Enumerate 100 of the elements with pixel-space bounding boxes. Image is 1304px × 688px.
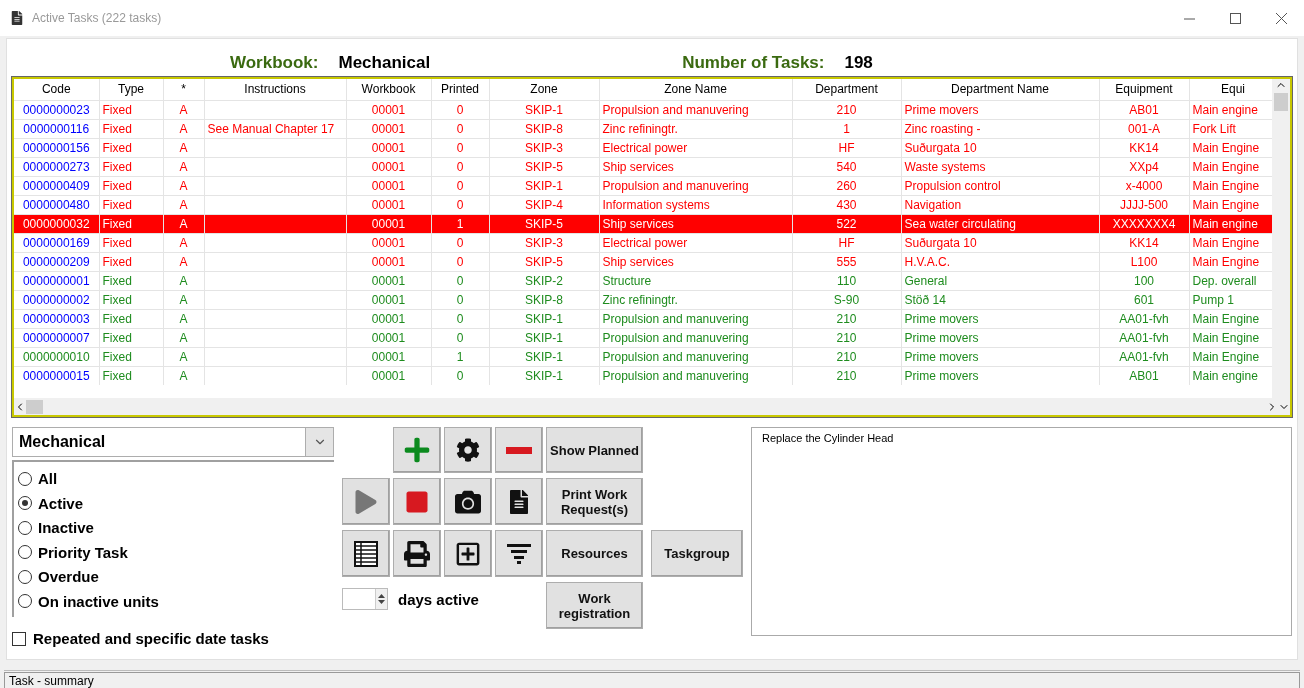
stop-icon xyxy=(405,489,429,514)
filter-radio[interactable]: Priority Task xyxy=(18,542,334,562)
action-button[interactable]: Taskgroup xyxy=(651,530,743,577)
table-cell: 00001 xyxy=(346,176,431,195)
table-cell: SKIP-4 xyxy=(489,195,599,214)
filter-radio[interactable]: Overdue xyxy=(18,567,334,587)
action-button[interactable]: Show Planned xyxy=(546,427,643,473)
filter-radio[interactable]: Inactive xyxy=(18,518,334,538)
table-cell: Prime movers xyxy=(901,347,1099,366)
table-cell: 0 xyxy=(431,195,489,214)
table-cell: SKIP-5 xyxy=(489,252,599,271)
table-cell: 430 xyxy=(792,195,901,214)
stop-button[interactable] xyxy=(393,478,441,525)
play-button[interactable] xyxy=(342,478,390,525)
workbook-dropdown[interactable]: Mechanical xyxy=(12,427,334,457)
table-cell: HF xyxy=(792,233,901,252)
table-cell: Fixed xyxy=(99,233,163,252)
vertical-scrollbar[interactable] xyxy=(1272,79,1290,398)
table-cell: Main Engine xyxy=(1189,309,1272,328)
action-button[interactable]: Resources xyxy=(546,530,643,577)
table-cell: Structure xyxy=(599,271,792,290)
table-cell: 00001 xyxy=(346,290,431,309)
scrollbar-thumb[interactable] xyxy=(26,399,43,414)
printer-icon xyxy=(404,540,430,567)
settings-button[interactable] xyxy=(444,427,492,473)
filter-radio[interactable]: Active xyxy=(18,493,334,513)
table-cell: KK14 xyxy=(1099,233,1189,252)
table-cell: 0000000002 xyxy=(14,290,99,309)
table-cell: L100 xyxy=(1099,252,1189,271)
table-cell: 0 xyxy=(431,271,489,290)
scrollbar-thumb[interactable] xyxy=(1274,93,1288,111)
table-cell: 0000000156 xyxy=(14,138,99,157)
table-cell: SKIP-5 xyxy=(489,214,599,233)
table-cell: A xyxy=(163,214,204,233)
table-cell: Dep. overall xyxy=(1189,271,1272,290)
table-cell: Fixed xyxy=(99,290,163,309)
table-cell: Ship services xyxy=(599,157,792,176)
table-cell: XXp4 xyxy=(1099,157,1189,176)
table-cell: Main engine xyxy=(1189,366,1272,385)
table-cell: A xyxy=(163,119,204,138)
maximize-icon[interactable] xyxy=(1229,12,1241,24)
table-cell: Prime movers xyxy=(901,328,1099,347)
table-cell: 0 xyxy=(431,290,489,309)
table-cell: AB01 xyxy=(1099,366,1189,385)
table-button[interactable] xyxy=(342,530,390,577)
table-cell: Propulsion and manuvering xyxy=(599,100,792,119)
table-cell: 210 xyxy=(792,100,901,119)
table-cell: Main Engine xyxy=(1189,252,1272,271)
table-cell: Main Engine xyxy=(1189,195,1272,214)
document-button[interactable] xyxy=(495,478,543,525)
table-cell: 1 xyxy=(431,347,489,366)
plus-icon xyxy=(403,436,431,464)
print-button[interactable] xyxy=(393,530,441,577)
repeated-tasks-checkbox[interactable]: Repeated and specific date tasks xyxy=(12,630,334,647)
table-cell: 210 xyxy=(792,347,901,366)
table-cell: SKIP-8 xyxy=(489,290,599,309)
table-cell: Main engine xyxy=(1189,100,1272,119)
filter-radio[interactable]: On inactive units xyxy=(18,591,334,611)
table-cell: Zinc refiningtr. xyxy=(599,119,792,138)
table-cell: Prime movers xyxy=(901,100,1099,119)
table-cell: A xyxy=(163,138,204,157)
horizontal-scrollbar[interactable] xyxy=(14,398,1290,415)
close-icon[interactable] xyxy=(1275,12,1287,24)
table-cell: A xyxy=(163,271,204,290)
table-cell: Electrical power xyxy=(599,138,792,157)
table-cell: Propulsion and manuvering xyxy=(599,328,792,347)
camera-button[interactable] xyxy=(444,478,492,525)
table-cell: Fixed xyxy=(99,195,163,214)
table-cell: SKIP-1 xyxy=(489,366,599,385)
table-cell: 0000000003 xyxy=(14,309,99,328)
status-bar: Task - summary xyxy=(4,672,1300,688)
table-cell: Suðurgata 10 xyxy=(901,138,1099,157)
table-cell: Main Engine xyxy=(1189,233,1272,252)
table-cell: 0 xyxy=(431,366,489,385)
camera-icon xyxy=(455,488,481,515)
table-cell: SKIP-3 xyxy=(489,233,599,252)
description-field[interactable]: Replace the Cylinder Head xyxy=(751,427,1292,636)
minus-icon xyxy=(506,446,532,454)
spin-arrows-icon[interactable] xyxy=(378,593,385,605)
table-cell: 1 xyxy=(792,119,901,138)
table-cell: 0000000409 xyxy=(14,176,99,195)
filter-icon xyxy=(507,542,531,565)
table-cell: Fixed xyxy=(99,214,163,233)
duplicate-button[interactable] xyxy=(444,530,492,577)
table-cell: A xyxy=(163,233,204,252)
table-cell: Main Engine xyxy=(1189,176,1272,195)
remove-button[interactable] xyxy=(495,427,543,473)
action-button[interactable]: Print Work Request(s) xyxy=(546,478,643,525)
days-spinner[interactable] xyxy=(342,588,388,610)
table-cell: 00001 xyxy=(346,309,431,328)
table-cell: Waste systems xyxy=(901,157,1099,176)
table-cell: A xyxy=(163,290,204,309)
action-button[interactable]: Work registration xyxy=(546,582,643,629)
filter-button[interactable] xyxy=(495,530,543,577)
workbook-value: Mechanical xyxy=(338,53,431,73)
table-cell: 0 xyxy=(431,252,489,271)
filter-radio[interactable]: All xyxy=(18,469,334,489)
table-cell: Suðurgata 10 xyxy=(901,233,1099,252)
table-cell: 260 xyxy=(792,176,901,195)
table-cell: 601 xyxy=(1099,290,1189,309)
